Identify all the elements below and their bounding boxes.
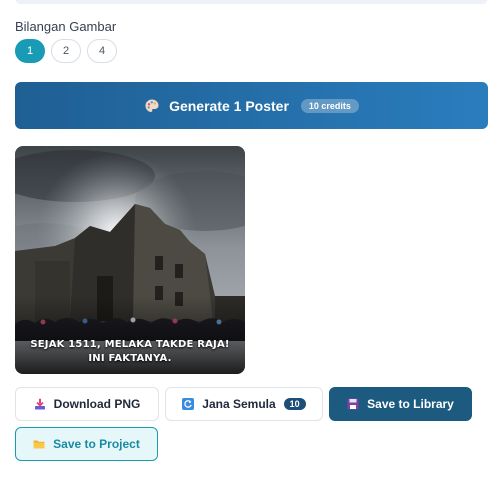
image-count-label: Bilangan Gambar (15, 19, 117, 34)
regenerate-label: Jana Semula (202, 397, 276, 411)
generate-label: Generate 1 Poster (169, 97, 289, 114)
count-option-2[interactable]: 2 (51, 39, 81, 63)
refresh-icon (182, 398, 195, 410)
download-icon (34, 398, 46, 410)
save-to-project-button[interactable]: Save to Project (15, 427, 158, 461)
top-panel-edge (15, 0, 488, 4)
count-option-4[interactable]: 4 (87, 39, 117, 63)
floppy-disk-icon (347, 398, 359, 410)
library-label: Save to Library (367, 397, 454, 411)
save-to-library-button[interactable]: Save to Library (329, 387, 472, 421)
project-label: Save to Project (53, 437, 140, 451)
regenerate-button[interactable]: Jana Semula 10 (165, 387, 323, 421)
palette-icon (144, 98, 160, 114)
generated-poster[interactable]: SEJAK 1511, MELAKA TAKDE RAJA! INI FAKTA… (15, 146, 245, 374)
folder-icon (33, 438, 45, 450)
poster-caption-line-2: INI FAKTANYA. (88, 353, 172, 364)
image-count-selector: 1 2 4 (15, 39, 117, 63)
credits-badge: 10 credits (300, 98, 359, 113)
regenerate-cost-badge: 10 (283, 398, 306, 410)
download-label: Download PNG (53, 397, 141, 411)
download-png-button[interactable]: Download PNG (15, 387, 159, 421)
poster-caption-line-1: SEJAK 1511, MELAKA TAKDE RAJA! (30, 339, 230, 350)
poster-actions: Download PNG Jana Semula 10 Save to Libr… (15, 387, 472, 421)
count-option-1[interactable]: 1 (15, 39, 45, 63)
generate-poster-button[interactable]: Generate 1 Poster 10 credits (15, 82, 488, 129)
poster-caption: SEJAK 1511, MELAKA TAKDE RAJA! INI FAKTA… (15, 338, 245, 366)
